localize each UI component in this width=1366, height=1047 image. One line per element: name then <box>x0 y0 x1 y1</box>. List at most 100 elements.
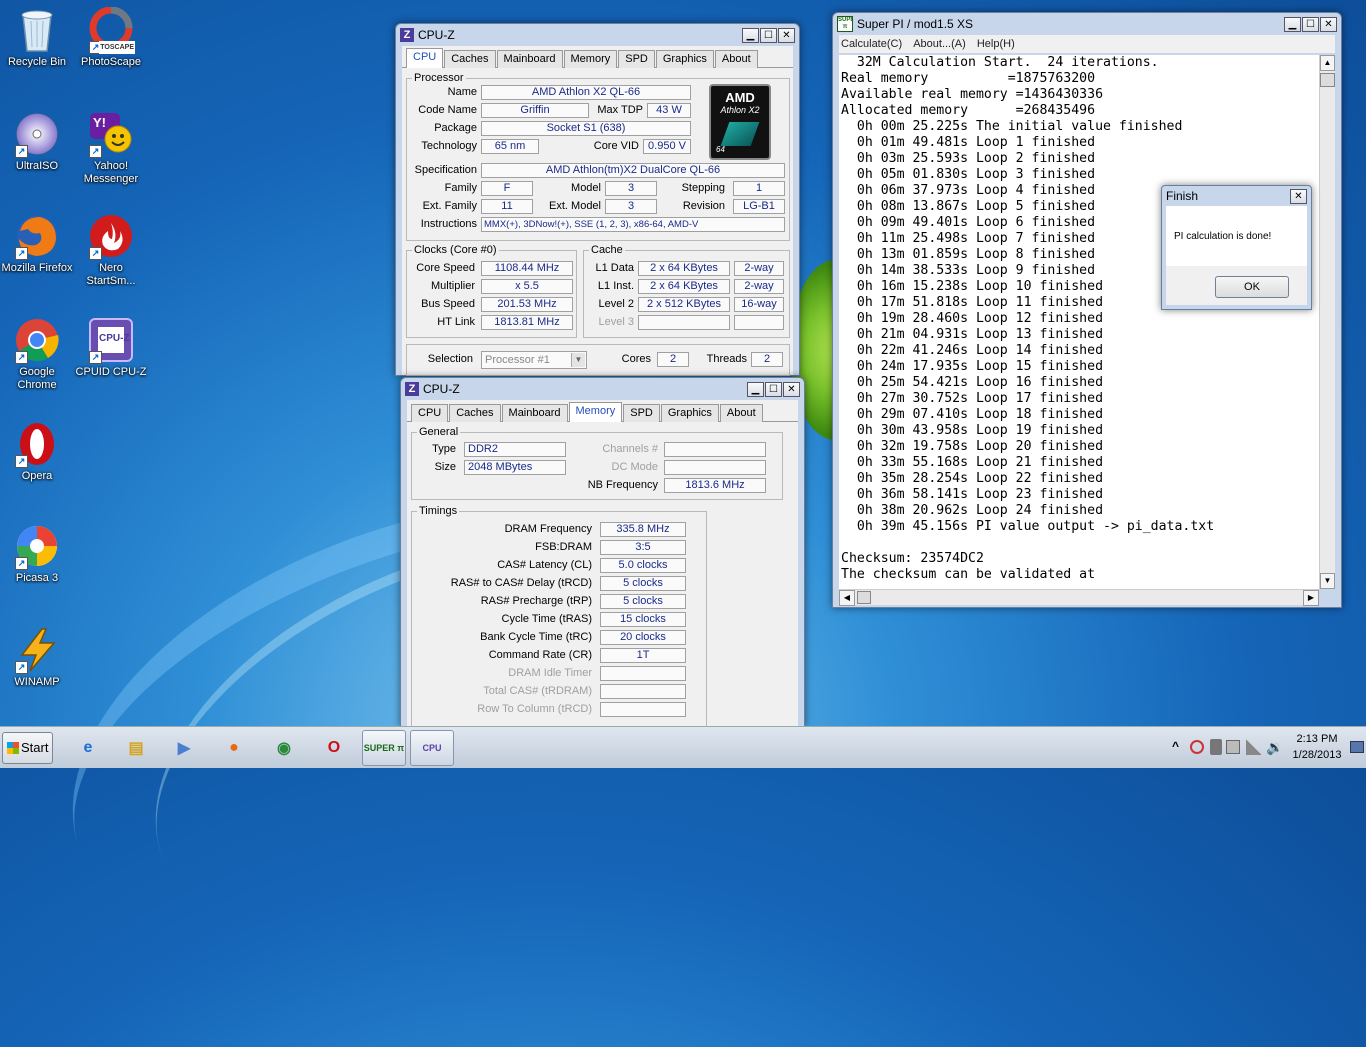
tab-mainboard[interactable]: Mainboard <box>501 404 568 422</box>
close-button[interactable]: ✕ <box>778 27 795 43</box>
menu-about[interactable]: About...(A) <box>913 38 966 50</box>
tray-expand-button[interactable]: ^ <box>1172 739 1179 753</box>
desktop-icon-cpuz[interactable]: CPU-Z ↗ CPUID CPU-Z <box>74 316 148 379</box>
tab-memory[interactable]: Memory <box>568 402 623 422</box>
finish-dialog-titlebar[interactable]: Finish ✕ <box>1162 186 1311 206</box>
finish-dialog[interactable]: Finish ✕ PI calculation is done! OK <box>1161 185 1312 310</box>
superpi-output[interactable]: 32M Calculation Start. 24 iterations. Rea… <box>839 55 1319 589</box>
scroll-right-arrow-icon[interactable]: ▶ <box>1303 590 1319 606</box>
scroll-thumb[interactable] <box>1320 73 1335 87</box>
clock-date[interactable]: 1/28/2013 <box>1286 749 1348 761</box>
media-player-icon[interactable]: ▶ <box>162 730 206 766</box>
menu-help[interactable]: Help(H) <box>977 38 1015 50</box>
maximize-button[interactable]: ☐ <box>765 381 782 397</box>
cpuz-memory-window[interactable]: Z CPU-Z ▁ ☐ ✕ CPU Caches Mainboard Memor… <box>400 377 805 741</box>
desktop-icon-recycle-bin[interactable]: Recycle Bin <box>0 6 74 69</box>
chrome-icon[interactable]: ◉ <box>262 730 306 766</box>
output-line: 32M Calculation Start. 24 iterations. <box>841 55 1159 70</box>
menu-calculate[interactable]: Calculate(C) <box>841 38 902 50</box>
dialog-title: Finish <box>1166 189 1199 203</box>
revision-label: Revision <box>682 200 725 212</box>
start-button[interactable]: Start <box>2 732 53 764</box>
cpuz-memory-titlebar[interactable]: Z CPU-Z ▁ ☐ ✕ <box>401 378 804 400</box>
cpuz-icon[interactable]: CPU <box>410 730 454 766</box>
tab-about[interactable]: About <box>719 404 763 422</box>
desktop-icon-label: Yahoo! Messenger <box>83 160 139 185</box>
desktop-icon-ultraiso[interactable]: ↗ UltraISO <box>0 110 74 173</box>
tab-memory[interactable]: Memory <box>563 50 618 68</box>
shortcut-arrow-icon: ↗ <box>89 351 102 364</box>
desktop-icon-opera[interactable]: ↗ Opera <box>0 420 74 483</box>
superpi-titlebar[interactable]: SUPER π Super PI / mod1.5 XS ▁ ☐ ✕ <box>833 13 1341 35</box>
scroll-thumb[interactable] <box>857 591 871 604</box>
spec-label: Specification <box>414 164 477 176</box>
extfamily-value: 11 <box>481 199 533 214</box>
ok-button[interactable]: OK <box>1215 276 1289 298</box>
tray-network-icon[interactable] <box>1246 739 1262 755</box>
package-value: Socket S1 (638) <box>481 121 691 136</box>
channels-value <box>664 442 766 457</box>
horizontal-scrollbar[interactable]: ◀ ▶ <box>839 589 1319 606</box>
tab-graphics[interactable]: Graphics <box>660 404 719 422</box>
tab-caches[interactable]: Caches <box>449 404 501 422</box>
package-label: Package <box>434 122 477 134</box>
desktop-icon-photoscape[interactable]: ↗ TOSCAPE PhotoScape <box>74 6 148 69</box>
vertical-scrollbar[interactable]: ▲ ▼ <box>1319 55 1335 589</box>
desktop-icon-chrome[interactable]: ↗ Google Chrome <box>0 316 74 392</box>
tab-spd[interactable]: SPD <box>623 404 660 422</box>
tab-spd[interactable]: SPD <box>618 50 655 68</box>
opera-icon[interactable]: O <box>312 730 356 766</box>
taskbar-glyph: ▤ <box>128 740 144 757</box>
minimize-button[interactable]: ▁ <box>747 381 764 397</box>
threads-value: 2 <box>751 352 783 367</box>
superpi-window[interactable]: SUPER π Super PI / mod1.5 XS ▁ ☐ ✕ Calcu… <box>832 12 1342 608</box>
explorer-folder-icon[interactable]: ▤ <box>114 730 158 766</box>
maximize-button[interactable]: ☐ <box>1302 16 1319 32</box>
tab-graphics[interactable]: Graphics <box>655 50 714 68</box>
shortcut-arrow-icon: ↗ <box>15 661 28 674</box>
level2-label: Level 2 <box>598 298 634 310</box>
tray-volume-icon[interactable]: 🔉 <box>1266 739 1283 756</box>
clock-time[interactable]: 2:13 PM <box>1290 733 1344 745</box>
tab-cpu[interactable]: CPU <box>411 404 449 422</box>
chevron-down-icon: ▼ <box>571 353 585 367</box>
technology-label: Technology <box>421 140 477 152</box>
tab-mainboard[interactable]: Mainboard <box>496 50 563 68</box>
close-button[interactable]: ✕ <box>1290 188 1307 204</box>
desktop-icon-winamp[interactable]: ↗ WINAMP <box>0 626 74 689</box>
desktop-icon-yahoo-messenger[interactable]: Y! ↗ Yahoo! Messenger <box>74 110 148 186</box>
nero-icon: ↗ <box>87 212 135 260</box>
cpuz-cpu-titlebar[interactable]: Z CPU-Z ▁ ☐ ✕ <box>396 24 799 46</box>
cpuz-cpu-window[interactable]: Z CPU-Z ▁ ☐ ✕ CPU Caches Mainboard Memor… <box>395 23 800 376</box>
scroll-up-arrow-icon[interactable]: ▲ <box>1320 55 1335 71</box>
superpi-icon[interactable]: SUPER π <box>362 730 406 766</box>
level2-way: 16-way <box>734 297 784 312</box>
tab-caches[interactable]: Caches <box>444 50 496 68</box>
tray-device-icon[interactable] <box>1210 739 1222 755</box>
shortcut-arrow-icon: ↗ <box>89 247 102 260</box>
firefox-icon[interactable]: ● <box>212 730 256 766</box>
desktop-icon-nero[interactable]: ↗ Nero StartSm... <box>74 212 148 288</box>
tray-action-center-icon[interactable] <box>1226 740 1240 754</box>
maximize-button[interactable]: ☐ <box>760 27 777 43</box>
window-title: Super PI / mod1.5 XS <box>857 17 974 31</box>
scroll-down-arrow-icon[interactable]: ▼ <box>1320 573 1335 589</box>
nb-frequency-label: NB Frequency <box>587 479 658 491</box>
close-button[interactable]: ✕ <box>783 381 800 397</box>
tray-antivirus-icon[interactable] <box>1190 740 1204 754</box>
processor-select[interactable]: Processor #1 ▼ <box>481 351 587 369</box>
chrome-icon: ↗ <box>13 316 61 364</box>
desktop-icon-picasa[interactable]: ↗ Picasa 3 <box>0 522 74 585</box>
internet-explorer-icon[interactable]: e <box>66 730 110 766</box>
timing-label: Cycle Time (tRAS) <box>501 613 592 625</box>
close-button[interactable]: ✕ <box>1320 16 1337 32</box>
desktop-icon-firefox[interactable]: ↗ Mozilla Firefox <box>0 212 74 275</box>
athlon-logo-swoosh <box>720 122 760 146</box>
tab-cpu[interactable]: CPU <box>406 48 444 68</box>
tab-about[interactable]: About <box>714 50 758 68</box>
minimize-button[interactable]: ▁ <box>1284 16 1301 32</box>
show-desktop-button[interactable] <box>1350 741 1364 753</box>
scroll-left-arrow-icon[interactable]: ◀ <box>839 590 855 606</box>
minimize-button[interactable]: ▁ <box>742 27 759 43</box>
bus-speed-label: Bus Speed <box>421 298 475 310</box>
